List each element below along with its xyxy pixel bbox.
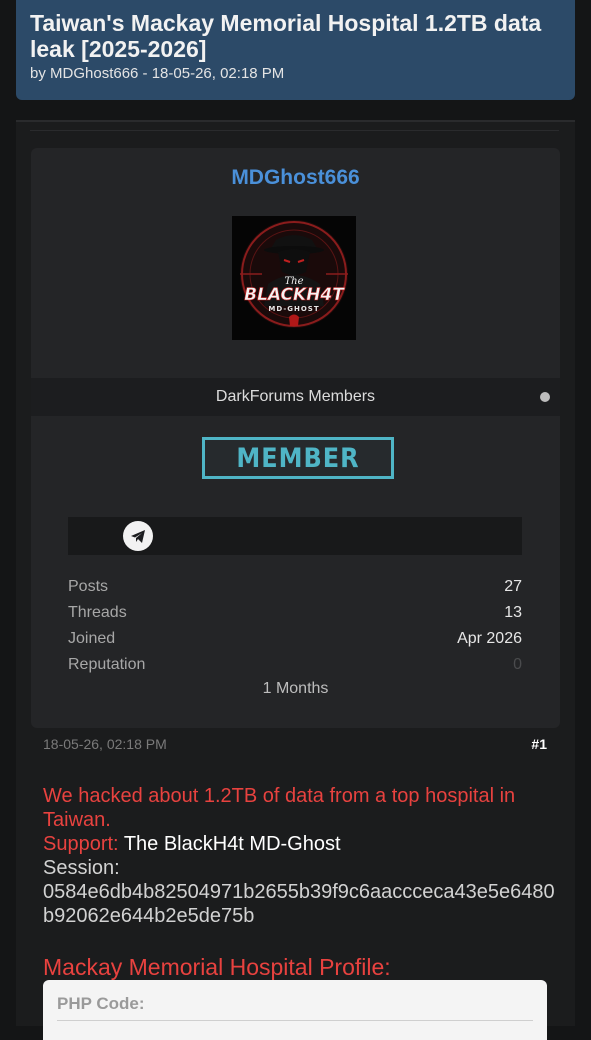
stat-value: 27 <box>504 578 522 595</box>
post-body: We hacked about 1.2TB of data from a top… <box>43 784 563 928</box>
support-line: Support: The BlackH4t MD-Ghost <box>43 832 563 856</box>
support-label: Support: <box>43 833 119 855</box>
thread-header: Taiwan's Mackay Memorial Hospital 1.2TB … <box>16 0 575 100</box>
stat-value[interactable]: 0 <box>513 652 522 678</box>
membership-duration: 1 Months <box>262 680 329 697</box>
stat-row-reputation: Reputation 0 <box>68 652 522 678</box>
stat-label: Threads <box>68 604 127 621</box>
profile-heading: Mackay Memorial Hospital Profile: <box>43 954 391 980</box>
author-profile-card: MDGhost666 The BLACKH4T MD-GHOST DarkFor… <box>31 148 560 728</box>
stat-row-joined: Joined Apr 2026 <box>68 626 522 652</box>
author-username[interactable]: MDGhost666 <box>31 166 560 190</box>
post-date: 18-05-26, 02:18 PM <box>43 736 167 752</box>
member-badge-text: MEMBER <box>236 442 360 474</box>
session-label: Session: <box>43 857 120 879</box>
support-value: The BlackH4t MD-Ghost <box>123 833 341 855</box>
online-status-icon <box>540 392 550 402</box>
stat-row-threads: Threads 13 <box>68 600 522 626</box>
stat-label: Joined <box>68 630 116 647</box>
code-block: PHP Code: <box>43 980 547 1040</box>
avatar[interactable]: The BLACKH4T MD-GHOST <box>232 216 356 340</box>
stat-value: Apr 2026 <box>457 630 522 647</box>
author-stats: Posts 27 Threads 13 Joined Apr 2026 Repu… <box>68 574 522 678</box>
code-label: PHP Code: <box>57 994 145 1013</box>
user-group-label: DarkForums Members <box>215 388 376 405</box>
post-permalink[interactable]: #1 <box>531 736 547 752</box>
session-value: 0584e6db4b82504971b2655b39f9c6aaccceca43… <box>43 881 555 927</box>
contact-bar <box>68 517 522 555</box>
avatar-text-brand: BLACKH4T <box>244 285 345 305</box>
user-group-bar: DarkForums Members <box>31 378 560 416</box>
stat-label: Reputation <box>68 656 146 673</box>
telegram-icon[interactable] <box>123 521 153 551</box>
post: MDGhost666 The BLACKH4T MD-GHOST DarkFor… <box>16 120 575 1040</box>
post-intro: We hacked about 1.2TB of data from a top… <box>43 785 516 831</box>
thread-meta: by MDGhost666 - 18-05-26, 02:18 PM <box>30 65 285 82</box>
stat-value: 13 <box>504 604 522 621</box>
divider <box>57 1020 533 1021</box>
member-badge: MEMBER <box>202 437 394 479</box>
stat-label: Posts <box>68 578 109 595</box>
avatar-text-sub: MD-GHOST <box>268 305 319 313</box>
thread-title: Taiwan's Mackay Memorial Hospital 1.2TB … <box>30 10 542 62</box>
divider <box>30 130 559 131</box>
stat-row-posts: Posts 27 <box>68 574 522 600</box>
avatar-logo-image: The BLACKH4T MD-GHOST <box>232 216 356 340</box>
